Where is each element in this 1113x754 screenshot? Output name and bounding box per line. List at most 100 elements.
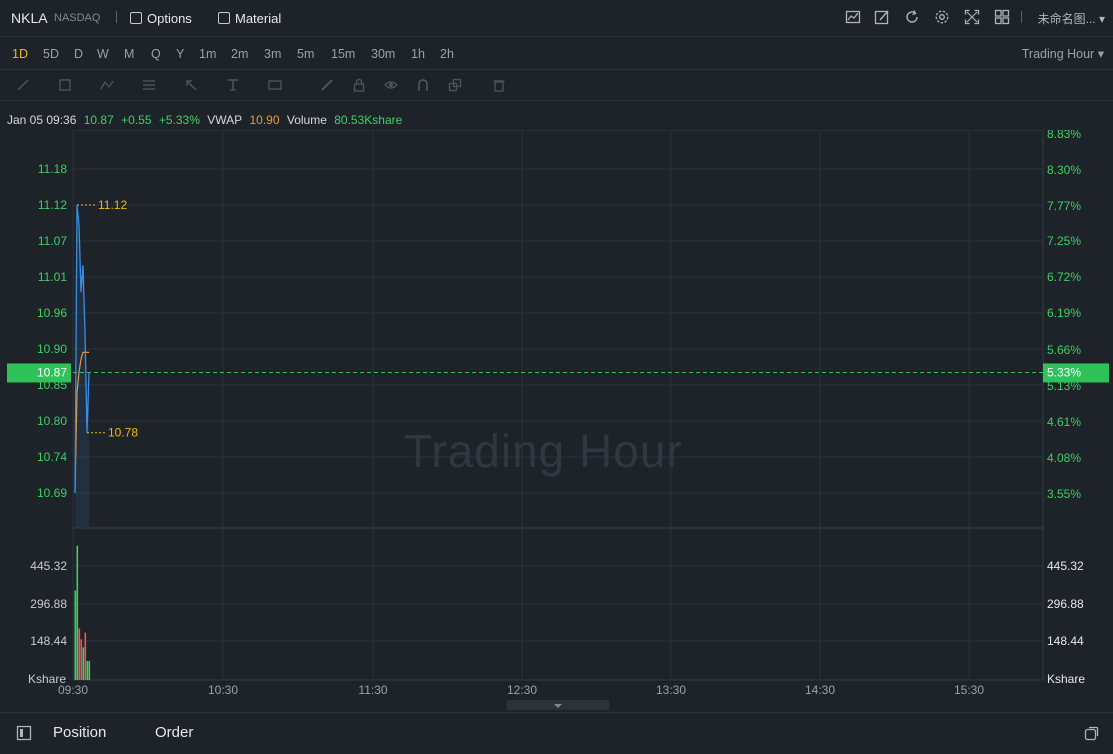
panel-resize-handle[interactable] <box>507 700 609 710</box>
volume-axis-label: 296.88 <box>30 597 67 611</box>
time-axis-label: 14:30 <box>805 683 835 697</box>
exchange-label: NASDAQ <box>54 12 101 24</box>
chevron-down-icon: ▾ <box>1098 12 1105 26</box>
low-marker-label: 10.78 <box>108 426 138 440</box>
interval-2m[interactable]: 2m <box>231 47 248 61</box>
plot-frame <box>72 130 1044 681</box>
volume-unit-label-right: Kshare <box>1047 672 1085 686</box>
interval-15m[interactable]: 15m <box>331 47 355 61</box>
trend-line-icon[interactable] <box>16 78 30 92</box>
price-axis-label: 10.69 <box>37 486 67 500</box>
fullscreen-icon[interactable] <box>964 9 980 25</box>
volume-bar <box>82 647 85 680</box>
measure-tool-icon[interactable] <box>268 78 282 92</box>
text-tool-icon[interactable] <box>226 78 240 92</box>
volume-axis-label-right: 148.44 <box>1047 634 1084 648</box>
time-axis-label: 12:30 <box>507 683 537 697</box>
interval-1m[interactable]: 1m <box>199 47 216 61</box>
interval-2h[interactable]: 2h <box>440 47 454 61</box>
top-toolbar: NKLA NASDAQ Options Material 未命名图... ▾ <box>0 0 1113 37</box>
high-marker-label: 11.12 <box>98 198 127 212</box>
rectangle-tool-icon[interactable] <box>58 78 72 92</box>
symbol-ticker[interactable]: NKLA <box>11 10 48 26</box>
volume-bar <box>78 628 81 680</box>
time-axis-label: 10:30 <box>208 683 238 697</box>
volume-bar <box>86 661 89 680</box>
interval-30m[interactable]: 30m <box>371 47 395 61</box>
interval-bar: 1D 5D D W M Q Y 1m 2m 3m 5m 15m 30m 1h 2… <box>0 37 1113 70</box>
percent-axis-label: 5.66% <box>1047 343 1081 357</box>
chevron-down-icon: ▾ <box>1097 47 1104 61</box>
indicator-icon[interactable] <box>845 9 861 25</box>
trash-icon[interactable] <box>492 78 506 92</box>
chart-area[interactable]: 11.18 11.12 11.07 11.01 10.96 10.90 10.85 10.80… <box>0 130 1113 700</box>
volume-bar <box>84 632 87 680</box>
material-label: Material <box>235 10 282 26</box>
session-dropdown[interactable]: Trading Hour ▾ <box>1022 46 1104 61</box>
legend-volume-value: 80.53Kshare <box>334 113 403 127</box>
price-axis-label: 10.96 <box>37 306 67 320</box>
divider <box>1021 11 1022 23</box>
layout-grid-icon[interactable] <box>994 9 1010 25</box>
legend-datetime: Jan 05 09:36 <box>7 113 77 127</box>
interval-1h[interactable]: 1h <box>411 47 425 61</box>
volume-bar <box>80 639 83 680</box>
volume-axis-label: 148.44 <box>30 634 67 648</box>
chevron-down-icon <box>554 704 562 708</box>
legend-vwap-value: 10.90 <box>249 113 280 127</box>
tab-position[interactable]: Position <box>53 724 106 741</box>
interval-d[interactable]: D <box>74 47 83 61</box>
time-axis-label: 15:30 <box>954 683 984 697</box>
price-axis-label: 11.07 <box>38 234 67 248</box>
percent-axis-label: 3.55% <box>1047 487 1081 501</box>
percent-axis-label: 6.19% <box>1047 306 1081 320</box>
path-tool-icon[interactable] <box>100 78 114 92</box>
interval-q[interactable]: Q <box>151 47 161 61</box>
percent-axis-label: 8.30% <box>1047 163 1081 177</box>
fib-tool-icon[interactable] <box>142 78 156 92</box>
percent-axis-label: 7.25% <box>1047 234 1081 248</box>
current-price-label: 10.87 <box>37 365 67 379</box>
refresh-icon[interactable] <box>904 9 920 25</box>
interval-5d[interactable]: 5D <box>43 47 59 61</box>
options-icon <box>130 12 142 24</box>
legend-volume-label: Volume <box>286 113 327 127</box>
interval-y[interactable]: Y <box>176 47 184 61</box>
options-button[interactable]: Options <box>130 9 192 27</box>
magnet-icon[interactable] <box>416 78 430 92</box>
time-axis-label: 11:30 <box>358 683 387 697</box>
legend-price: 10.87 <box>83 113 114 127</box>
layout-name-label: 未命名图... <box>1037 12 1096 26</box>
percent-axis-label: 7.77% <box>1047 199 1081 213</box>
options-label: Options <box>147 10 192 26</box>
arrow-tool-icon[interactable] <box>184 78 198 92</box>
price-axis-label: 10.90 <box>37 342 67 356</box>
session-label: Trading Hour <box>1021 47 1095 61</box>
interval-1d[interactable]: 1D <box>12 47 28 61</box>
popout-icon[interactable] <box>1084 725 1100 744</box>
tab-order[interactable]: Order <box>155 724 193 741</box>
volume-bar <box>74 590 77 680</box>
pencil-icon[interactable] <box>320 78 334 92</box>
legend-vwap-label: VWAP <box>207 113 243 127</box>
interval-w[interactable]: W <box>97 47 109 61</box>
interval-5m[interactable]: 5m <box>297 47 314 61</box>
clone-icon[interactable] <box>448 78 462 92</box>
material-button[interactable]: Material <box>218 9 281 27</box>
draw-edit-icon[interactable] <box>874 9 890 25</box>
lock-icon[interactable] <box>352 78 366 92</box>
settings-gear-icon[interactable] <box>934 9 950 25</box>
volume-bar <box>88 661 91 680</box>
panel-toggle-icon[interactable] <box>16 725 32 744</box>
percent-axis-label: 4.08% <box>1047 451 1081 465</box>
volume-axis-label-right: 296.88 <box>1047 597 1084 611</box>
interval-m[interactable]: M <box>124 47 134 61</box>
interval-3m[interactable]: 3m <box>264 47 281 61</box>
time-axis-label: 09:30 <box>58 683 88 697</box>
chart-canvas[interactable]: 11.1811.1211.0711.0110.9610.9010.8510.80… <box>0 130 1113 700</box>
layout-name-dropdown[interactable]: 未命名图... ▾ <box>1038 10 1105 27</box>
percent-axis-label: 6.72% <box>1047 270 1081 284</box>
price-axis-label: 11.01 <box>38 270 67 284</box>
percent-axis-label: 4.61% <box>1047 415 1081 429</box>
eye-icon[interactable] <box>384 78 398 92</box>
